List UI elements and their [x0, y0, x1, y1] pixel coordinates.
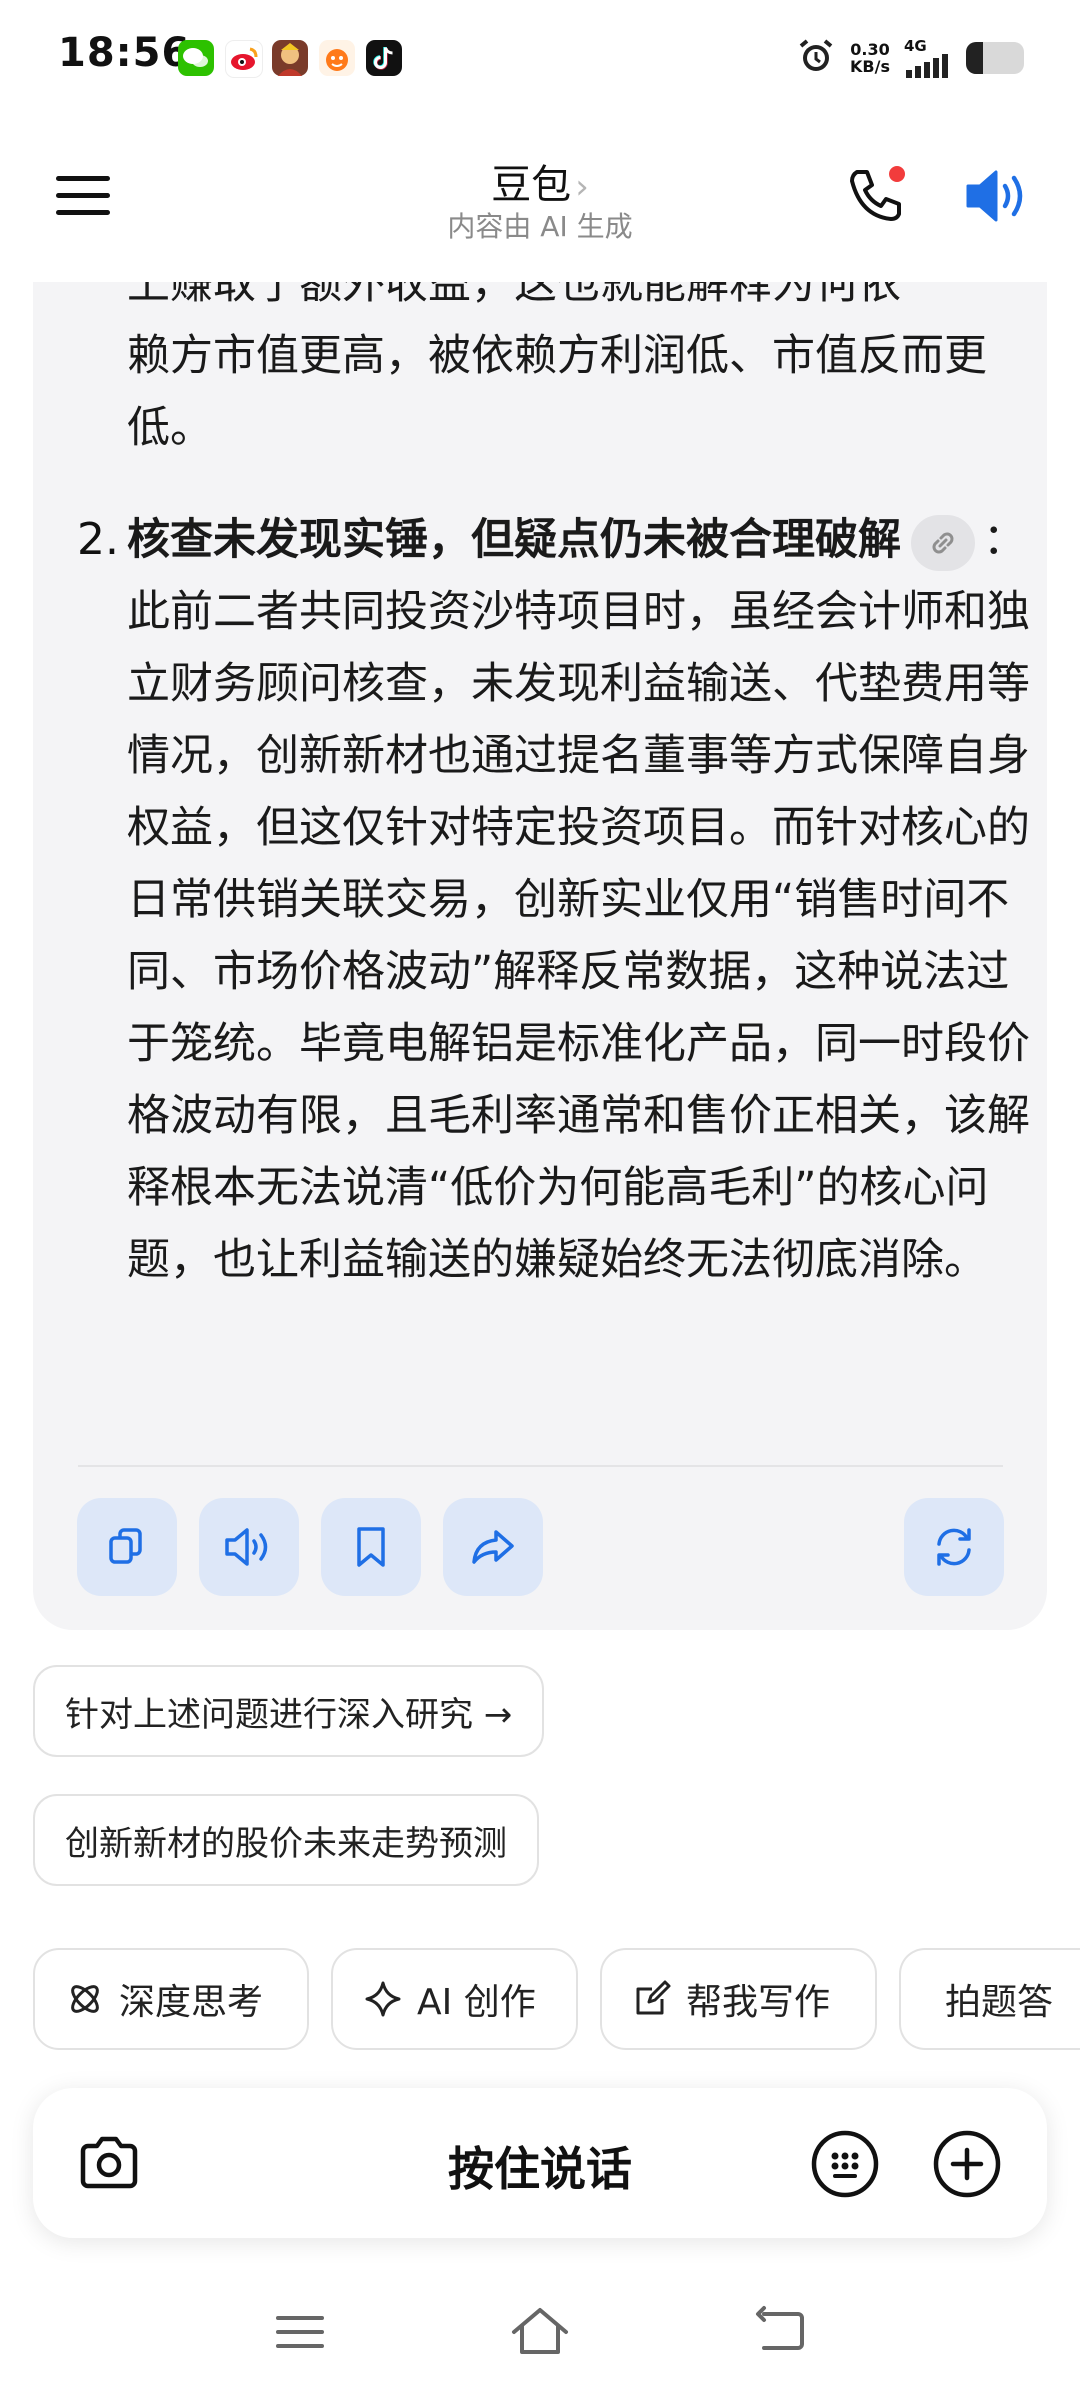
list-item: 核查未发现实锤，但疑点仍未被合理破解 ：此前二者共同投资沙特项目时，虽经会计师和独…: [127, 504, 1037, 1296]
chip-label: 帮我写作: [686, 1982, 831, 2023]
chip-label: 拍题答: [945, 1982, 1054, 2023]
copy-icon: [109, 1528, 142, 1564]
status-time: 18:56: [58, 30, 191, 76]
share-button[interactable]: [443, 1498, 543, 1596]
net-speed: 0.30 KB/s: [850, 40, 890, 76]
signal-indicator: 4G: [904, 38, 952, 78]
list-item-heading: 核查未发现实锤，但疑点仍未被合理破解: [127, 515, 901, 565]
wechat-icon: [178, 40, 214, 76]
speaker-icon: [225, 1528, 268, 1566]
read-aloud-button[interactable]: [199, 1498, 299, 1596]
plus-icon: [933, 2130, 1001, 2198]
douyin-icon: [366, 40, 402, 76]
suggestion-chip[interactable]: 针对上述问题进行深入研究 →: [33, 1665, 545, 1757]
divider: [78, 1465, 1003, 1467]
deep-think-chip[interactable]: 深度思考: [33, 1948, 309, 2050]
hold-to-talk-button[interactable]: 按住说话: [33, 2133, 1047, 2199]
citation-link-button[interactable]: [911, 514, 975, 571]
ai-disclaimer: 内容由 AI 生成: [447, 210, 633, 243]
back-button[interactable]: [752, 2304, 808, 2364]
atom-icon: [71, 1985, 99, 2013]
alarm-icon: [796, 36, 836, 80]
keyboard-dots-icon: [811, 2130, 879, 2198]
recent-apps-button[interactable]: [272, 2304, 328, 2364]
photo-question-chip[interactable]: 拍题答: [899, 1948, 1080, 2050]
add-button[interactable]: [932, 2129, 1002, 2203]
suggestion-chip[interactable]: 创新新材的股价未来走势预测: [33, 1794, 539, 1886]
chat-title[interactable]: 豆包 ›: [0, 152, 1080, 210]
refresh-icon: [937, 1528, 971, 1566]
battery-icon: [966, 42, 1024, 74]
phone-call-button[interactable]: [845, 164, 907, 230]
write-chip[interactable]: 帮我写作: [600, 1948, 877, 2050]
signal-icon: [906, 53, 948, 78]
cropped-line: 上赚取了额外收益，这也就能解释为何依: [127, 282, 901, 309]
speaker-icon: [966, 170, 1023, 222]
notification-dot: [889, 166, 905, 182]
emoji-button[interactable]: [810, 2129, 880, 2203]
bookmark-button[interactable]: [321, 1498, 421, 1596]
ai-create-chip[interactable]: AI 创作: [331, 1948, 578, 2050]
list-item-body: ：此前二者共同投资沙特项目时，虽经会计师和独立财务顾问核查，未发现利益输送、代垫…: [127, 515, 1030, 1285]
list-number: 2.: [77, 514, 119, 565]
chip-label: AI 创作: [417, 1982, 536, 2023]
home-icon: [512, 2308, 568, 2354]
phone-icon: [850, 166, 905, 221]
input-bar: 按住说话: [33, 2088, 1047, 2238]
paragraph-text: 赖方市值更高，被依赖方利润低、市值反而更低。: [127, 331, 987, 453]
message-continuation: 上赚取了额外收益，这也就能解释为何依 赖方市值更高，被依赖方利润低、市值反而更低…: [127, 282, 1027, 464]
taobao-icon: [319, 40, 355, 76]
menu-lines-icon: [276, 2316, 324, 2348]
chip-label: 深度思考: [119, 1982, 264, 2023]
regenerate-button[interactable]: [904, 1498, 1004, 1596]
chevron-right-icon: ›: [575, 167, 589, 207]
weibo-icon: [225, 40, 263, 78]
link-icon: [932, 532, 954, 553]
sparkle-icon: [365, 1981, 401, 2017]
back-icon: [756, 2306, 804, 2350]
game-icon: [272, 40, 308, 76]
share-icon: [472, 1530, 514, 1564]
copy-button[interactable]: [77, 1498, 177, 1596]
home-button[interactable]: [510, 2304, 570, 2364]
assistant-message: 上赚取了额外收益，这也就能解释为何依 赖方市值更高，被依赖方利润低、市值反而更低…: [33, 282, 1047, 1630]
bookmark-icon: [357, 1527, 385, 1567]
edit-icon: [636, 1980, 671, 2015]
chat-title-text: 豆包: [491, 162, 572, 208]
speaker-button[interactable]: [962, 166, 1032, 230]
